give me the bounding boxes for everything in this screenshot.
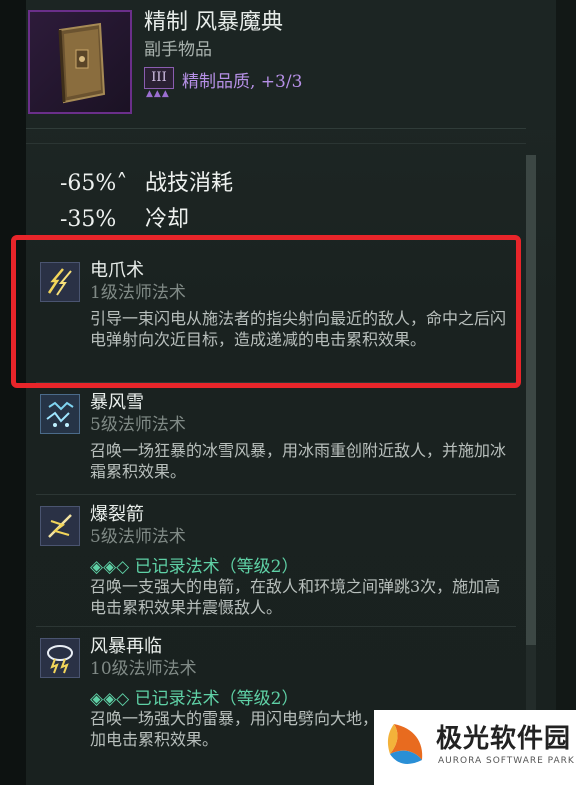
- quality-label: 精制品质, +3/3: [182, 72, 303, 92]
- tier-badge: III: [144, 67, 174, 89]
- watermark-english: AURORA SOFTWARE PARK: [438, 756, 575, 766]
- spell-level: 5级法师法术: [90, 415, 186, 435]
- stat-cooldown: -35% 冷却: [60, 201, 189, 233]
- item-type: 副手物品: [144, 40, 212, 60]
- recorded-spell-label: ◈◈◇ 已记录法术（等级2）: [90, 689, 299, 709]
- scrollbar[interactable]: [526, 155, 536, 785]
- scrollbar-thumb[interactable]: [526, 155, 536, 645]
- chain-bolt-icon: [40, 506, 80, 546]
- item-title: 精制 风暴魔典: [144, 10, 283, 35]
- highlight-box: [11, 235, 521, 388]
- recorded-spell-label: ◈◈◇ 已记录法术（等级2）: [90, 557, 299, 577]
- spell-description: 召唤一场狂暴的冰雪风暴，用冰雨重创附近敌人，并施加冰霜累积效果。: [90, 441, 507, 481]
- spell-description: 召唤一支强大的电箭，在敌人和环境之间弹跳3次，施加高电击累积效果并震慑敌人。: [90, 577, 501, 617]
- stat-value: -65%˄: [60, 171, 128, 196]
- item-header: 精制 风暴魔典 副手物品 III ▲▲▲ 精制品质, +3/3: [26, 0, 556, 130]
- watermark-name: 极光软件园: [436, 724, 572, 754]
- stat-stamina-cost: -65%˄ 战技消耗: [60, 165, 233, 197]
- blizzard-icon: [40, 394, 80, 434]
- storm-cloud-icon: [40, 638, 80, 678]
- header-divider-2: [26, 143, 526, 144]
- spell-level: 10级法师法术: [90, 659, 197, 679]
- aurora-logo-icon: [387, 724, 423, 764]
- stat-value: -35%: [60, 207, 117, 232]
- grimoire-book-icon: [28, 10, 132, 114]
- header-divider: [26, 128, 526, 129]
- stat-label: 冷却: [145, 207, 190, 232]
- stat-label: 战技消耗: [145, 171, 234, 196]
- item-tooltip-panel: 精制 风暴魔典 副手物品 III ▲▲▲ 精制品质, +3/3 -65%˄ 战技…: [26, 0, 556, 785]
- spell-divider: [36, 494, 516, 495]
- watermark: 极光软件园 AURORA SOFTWARE PARK: [374, 710, 576, 785]
- background-left: [0, 0, 26, 785]
- spell-level: 5级法师法术: [90, 527, 186, 547]
- spell-divider: [36, 626, 516, 627]
- tier-pips: ▲▲▲: [146, 89, 170, 99]
